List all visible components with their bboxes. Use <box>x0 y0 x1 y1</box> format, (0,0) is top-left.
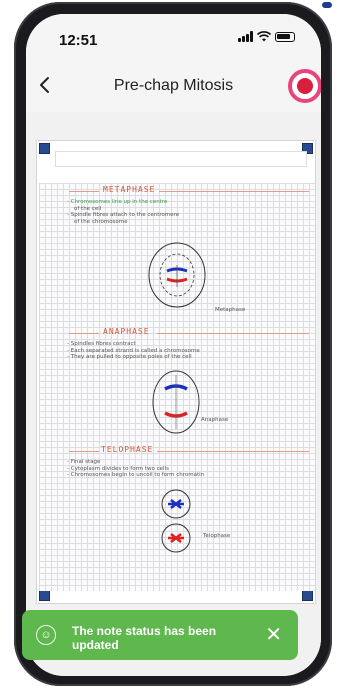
note-line: - They are pulled to opposite poles of t… <box>67 354 192 360</box>
status-bar: 12:51 <box>26 14 321 60</box>
note-line: - Each separated strand is called a chro… <box>67 347 200 354</box>
section-heading: TELOPHASE <box>101 445 154 454</box>
note-line: - Final stage <box>67 459 101 465</box>
heading-rule <box>69 333 99 334</box>
diagram-label: Metaphase <box>215 307 246 313</box>
status-toast: ☺ The note status has been updated ✕ <box>22 610 298 660</box>
document-page: METAPHASE - Chromosomes line up in the c… <box>36 140 316 604</box>
document-viewer[interactable]: METAPHASE - Chromosomes line up in the c… <box>26 112 321 676</box>
page-title: Pre-chap Mitosis <box>113 77 234 94</box>
page-header-strip <box>55 151 307 167</box>
corner-marker-icon <box>302 590 313 601</box>
top-edge-marker <box>322 2 332 8</box>
section-heading: METAPHASE <box>103 185 156 194</box>
telophase-cells-drawing <box>161 489 191 553</box>
navigation-bar: Pre-chap Mitosis <box>26 60 321 113</box>
record-button[interactable] <box>288 69 321 103</box>
wifi-icon <box>257 31 271 42</box>
heading-rule <box>69 191 99 192</box>
note-line: of the chromosome <box>67 218 128 225</box>
corner-marker-icon <box>39 143 50 154</box>
diagram-label: Anaphase <box>201 417 229 423</box>
section-heading: ANAPHASE <box>103 327 150 336</box>
note-line: of the cell <box>67 205 102 212</box>
heading-rule <box>157 333 309 334</box>
section-notes: - Final stage - Cytoplasm divides to for… <box>67 459 204 479</box>
smiley-icon: ☺ <box>36 625 56 645</box>
section-notes: - Spindles fibres contract - Each separa… <box>67 341 200 361</box>
status-time: 12:51 <box>59 32 98 49</box>
diagram-label: Telophase <box>203 533 231 539</box>
note-line: - Spindle fibres attach to the centromer… <box>67 212 180 218</box>
app-screen: 12:51 Pre-chap Mitosis METAPHASE - Chrom… <box>26 14 321 676</box>
heading-rule <box>159 191 309 192</box>
heading-rule <box>69 451 99 452</box>
toast-message: The note status has been updated <box>72 624 217 652</box>
note-line: - Cytoplasm divides to form two cells <box>67 465 169 472</box>
note-line: - Chromosomes begin to uncoil to form ch… <box>67 472 205 478</box>
section-notes: - Chromosomes line up in the centre of t… <box>67 199 179 225</box>
battery-icon <box>275 31 295 42</box>
signal-icon <box>238 31 253 42</box>
notebook-page: METAPHASE - Chromosomes line up in the c… <box>39 183 315 591</box>
close-icon[interactable]: ✕ <box>265 625 282 645</box>
anaphase-cell-drawing <box>152 370 200 434</box>
metaphase-cell-drawing <box>148 242 206 308</box>
record-dot-icon <box>297 78 313 94</box>
note-line: - Spindles fibres contract <box>67 341 136 347</box>
note-line: - Chromosomes line up in the centre <box>67 199 168 205</box>
corner-marker-icon <box>39 590 50 601</box>
heading-rule <box>157 451 309 452</box>
system-icons <box>238 31 295 42</box>
